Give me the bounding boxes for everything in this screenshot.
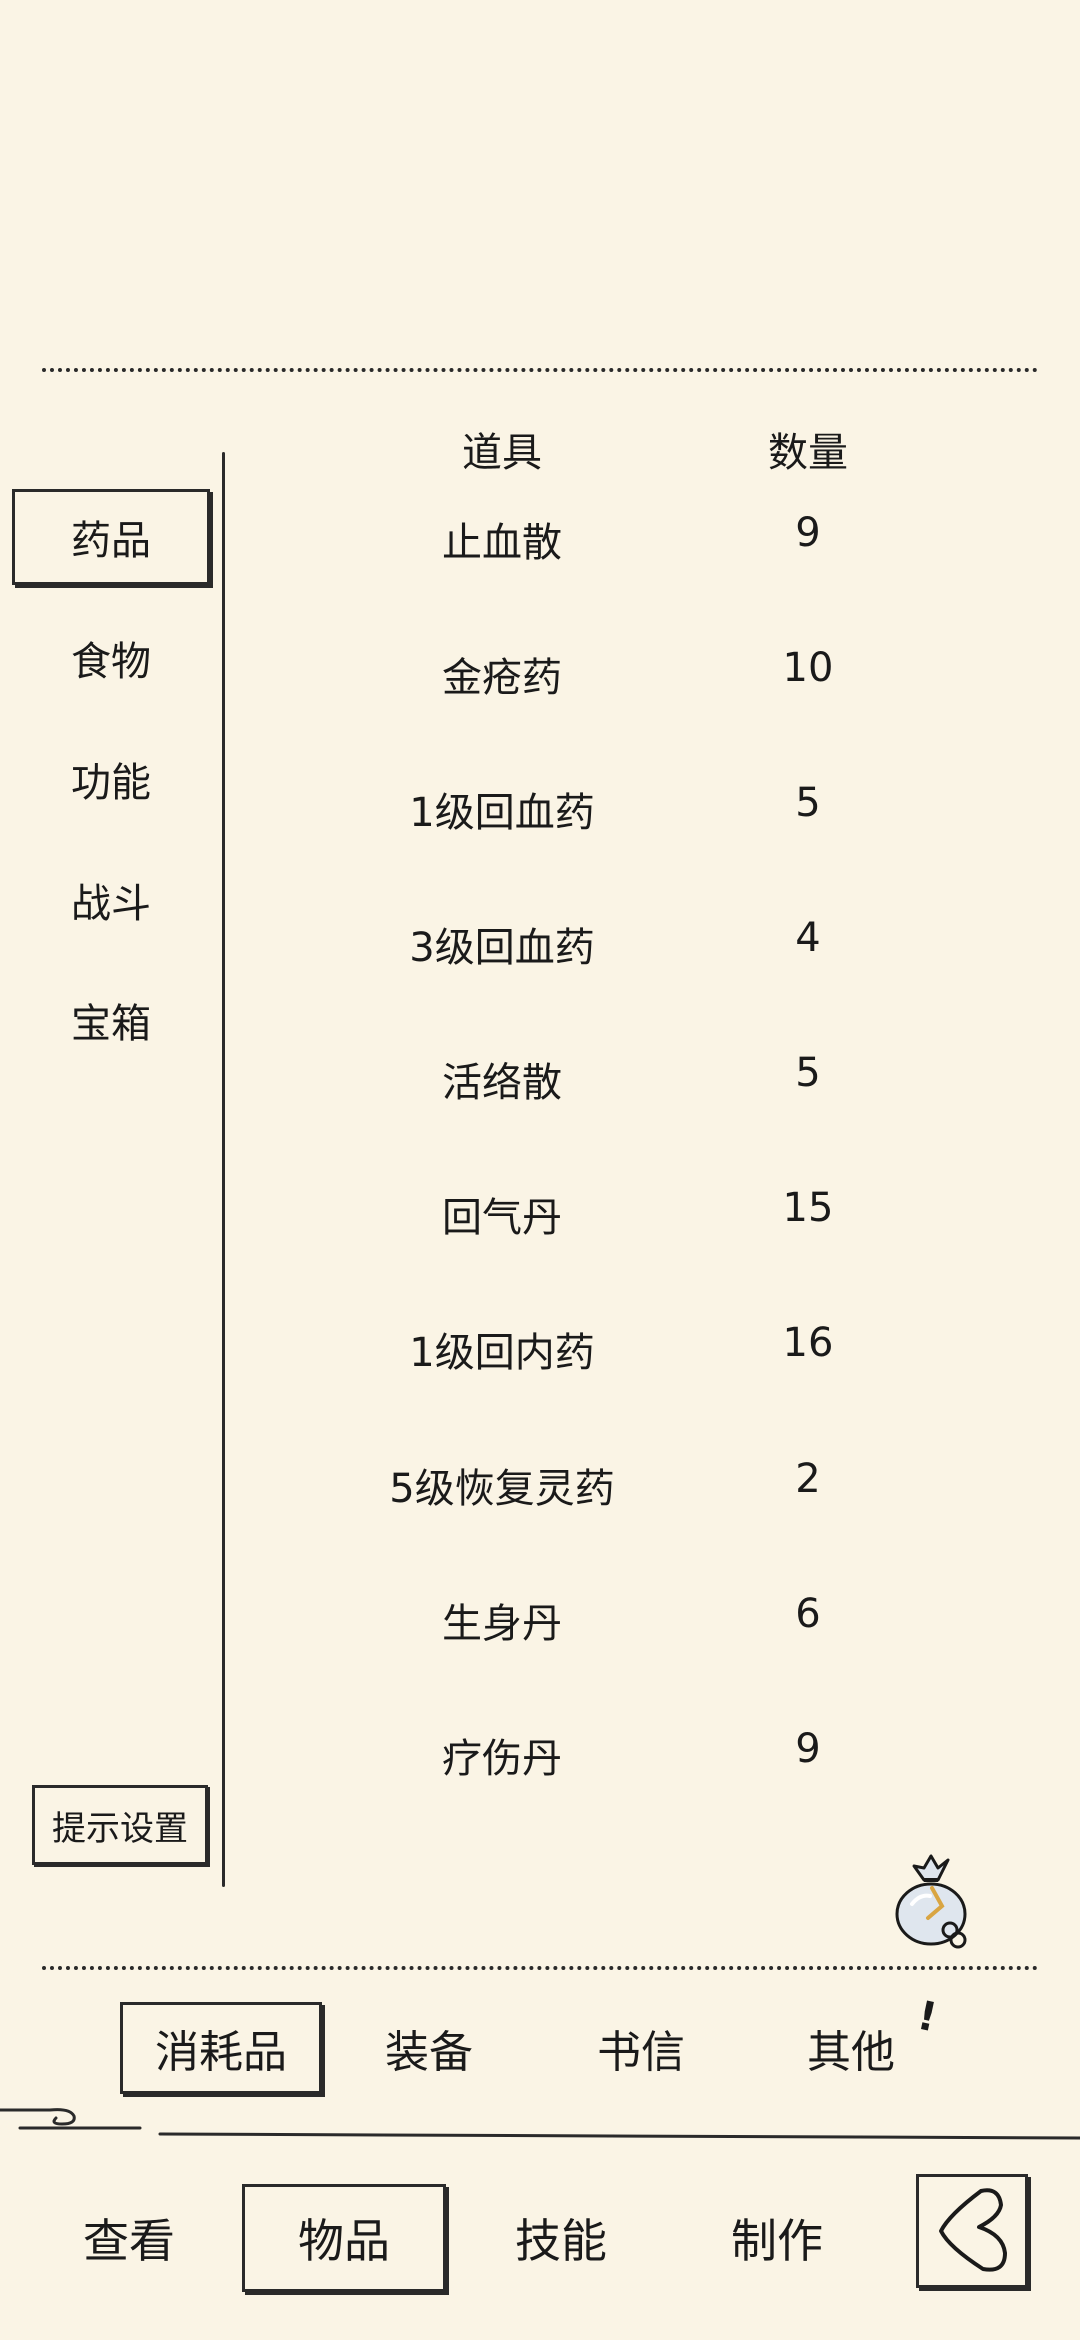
item-quantity: 6 bbox=[795, 1591, 821, 1637]
item-quantity: 15 bbox=[782, 1185, 834, 1231]
hint-settings-button[interactable]: 提示设置 bbox=[32, 1785, 208, 1865]
bottom-divider bbox=[42, 1966, 1038, 1970]
subtab-equipment[interactable]: 装备 bbox=[336, 2002, 522, 2094]
subtab-others[interactable]: 其他 bbox=[758, 2002, 944, 2094]
item-name[interactable]: 止血散 bbox=[442, 510, 562, 568]
item-name[interactable]: 5级恢复灵药 bbox=[389, 1456, 614, 1514]
item-quantity: 2 bbox=[795, 1456, 821, 1502]
subtab-letters[interactable]: 书信 bbox=[548, 2002, 734, 2094]
item-name[interactable]: 活络散 bbox=[442, 1050, 562, 1108]
item-name[interactable]: 生身丹 bbox=[442, 1591, 562, 1649]
back-button[interactable] bbox=[916, 2174, 1028, 2288]
item-quantity: 5 bbox=[795, 1050, 821, 1096]
item-name[interactable]: 1级回血药 bbox=[409, 780, 594, 838]
nav-swirl-divider bbox=[0, 2108, 1080, 2140]
item-name[interactable]: 1级回内药 bbox=[409, 1320, 594, 1378]
item-name[interactable]: 疗伤丹 bbox=[442, 1726, 562, 1784]
category-combat[interactable]: 战斗 bbox=[12, 852, 210, 948]
item-quantity: 5 bbox=[795, 780, 821, 826]
nav-crafting[interactable]: 制作 bbox=[702, 2184, 852, 2292]
item-name[interactable]: 金疮药 bbox=[442, 645, 562, 703]
nav-view[interactable]: 查看 bbox=[54, 2184, 204, 2292]
category-treasure-chest[interactable]: 宝箱 bbox=[12, 972, 210, 1068]
item-quantity: 9 bbox=[795, 1726, 821, 1772]
item-quantity: 16 bbox=[782, 1320, 834, 1366]
nav-skills[interactable]: 技能 bbox=[486, 2184, 636, 2292]
category-function[interactable]: 功能 bbox=[12, 731, 210, 827]
column-header-item: 道具 bbox=[462, 430, 542, 476]
nav-items[interactable]: 物品 bbox=[242, 2184, 446, 2292]
column-header-quantity: 数量 bbox=[768, 430, 848, 476]
top-divider bbox=[42, 368, 1038, 372]
back-arrow-icon bbox=[939, 2188, 1007, 2272]
item-quantity: 10 bbox=[782, 645, 834, 691]
item-name[interactable]: 回气丹 bbox=[442, 1185, 562, 1243]
item-bag-icon[interactable] bbox=[884, 1846, 978, 1956]
item-name[interactable]: 3级回血药 bbox=[409, 915, 594, 973]
item-quantity: 4 bbox=[795, 915, 821, 961]
category-food[interactable]: 食物 bbox=[12, 610, 210, 706]
sidebar-divider bbox=[222, 452, 225, 1887]
category-medicine[interactable]: 药品 bbox=[12, 489, 210, 585]
item-quantity: 9 bbox=[795, 510, 821, 556]
subtab-consumables[interactable]: 消耗品 bbox=[120, 2002, 322, 2094]
